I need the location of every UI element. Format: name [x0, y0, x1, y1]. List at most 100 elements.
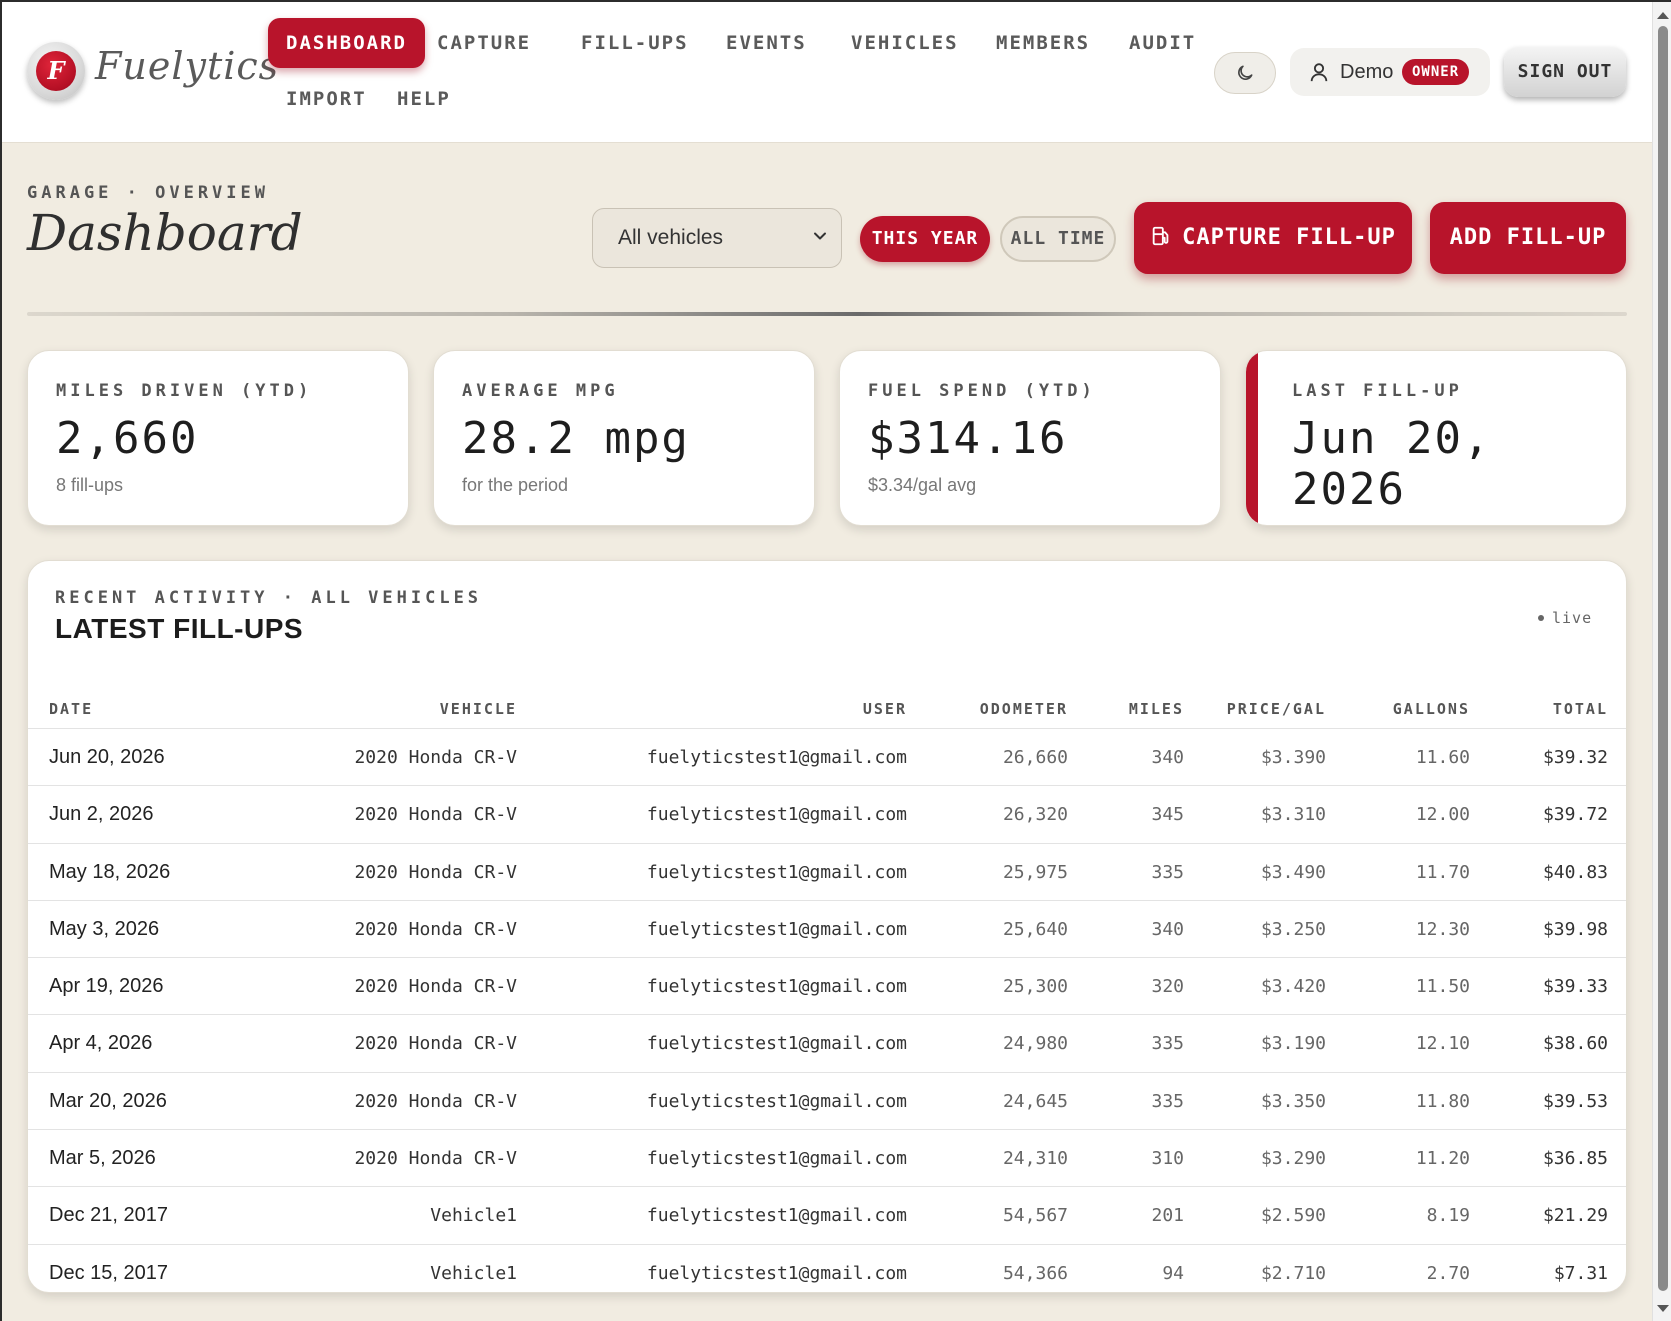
- user-menu[interactable]: Demo OWNER: [1290, 48, 1490, 96]
- column-header-miles[interactable]: MILES: [1129, 689, 1184, 729]
- cell-total: $21.29: [1542, 1205, 1608, 1227]
- cell-vehicle: 2020 Honda CR-V: [354, 1033, 517, 1055]
- column-header-total[interactable]: TOTAL: [1553, 689, 1608, 729]
- table-row[interactable]: May 3, 2026 2020 Honda CR-V fuelyticstest1…: [28, 901, 1626, 959]
- page-title: Dashboard: [27, 204, 303, 262]
- app-logo[interactable]: F Fuelytics: [27, 42, 278, 106]
- moon-icon: [1238, 65, 1253, 80]
- cell-gallons: 12.00: [1415, 804, 1470, 826]
- cell-user: fuelyticstest1@gmail.com: [646, 976, 907, 998]
- cell-total: $39.72: [1542, 804, 1608, 826]
- nav-events[interactable]: EVENTS: [708, 18, 825, 68]
- table-row[interactable]: Jun 20, 2026 2020 Honda CR-V fuelyticstest…: [28, 729, 1626, 787]
- cell-price: $3.350: [1260, 1090, 1326, 1112]
- table-row[interactable]: Apr 19, 2026 2020 Honda CR-V fuelyticstest…: [28, 958, 1626, 1016]
- role-badge: OWNER: [1402, 59, 1470, 85]
- cell-price: $2.710: [1260, 1262, 1326, 1284]
- table-row[interactable]: Dec 21, 2017 Vehicle1 fuelyticstest1@gmail…: [28, 1187, 1626, 1245]
- column-header-vehicle[interactable]: VEHICLE: [440, 689, 517, 729]
- cell-odometer: 25,300: [1002, 976, 1068, 998]
- column-header-price[interactable]: PRICE/GAL: [1227, 689, 1326, 729]
- cell-date: May 3, 2026: [49, 917, 160, 940]
- nav-dashboard[interactable]: DASHBOARD: [268, 18, 425, 68]
- cell-gallons: 11.50: [1415, 976, 1470, 998]
- logo-letter: F: [36, 51, 76, 91]
- cell-date: May 18, 2026: [49, 860, 171, 883]
- capture-fill-up-label: CAPTURE FILL-UP: [1182, 225, 1396, 250]
- latest-fill-ups-card: RECENT ACTIVITY · ALL VEHICLES LATEST FI…: [27, 560, 1627, 1293]
- vehicle-filter-value: All vehicles: [618, 226, 724, 249]
- cell-gallons: 8.19: [1426, 1205, 1470, 1227]
- scroll-down-arrow-icon[interactable]: [1657, 1305, 1669, 1312]
- cell-user: fuelyticstest1@gmail.com: [646, 747, 907, 768]
- scroll-thumb[interactable]: [1658, 26, 1668, 1291]
- cell-miles: 340: [1151, 747, 1184, 768]
- table-eyebrow: RECENT ACTIVITY · ALL VEHICLES: [55, 588, 483, 608]
- cell-odometer: 26,660: [1002, 747, 1068, 768]
- page-eyebrow: GARAGE · OVERVIEW: [27, 183, 269, 203]
- cell-vehicle: 2020 Honda CR-V: [354, 804, 517, 826]
- app-name: Fuelytics: [95, 44, 280, 88]
- cell-odometer: 24,310: [1002, 1148, 1068, 1170]
- cell-miles: 345: [1151, 804, 1184, 826]
- vehicle-filter-select[interactable]: All vehicles: [592, 208, 842, 268]
- nav-help[interactable]: HELP: [379, 74, 469, 124]
- cell-odometer: 54,567: [1002, 1205, 1068, 1227]
- cell-price: $3.490: [1260, 861, 1326, 883]
- column-header-user[interactable]: USER: [863, 689, 907, 729]
- cell-price: $3.310: [1260, 804, 1326, 826]
- column-header-odometer[interactable]: ODOMETER: [980, 689, 1068, 729]
- this-year-button[interactable]: THIS YEAR: [860, 216, 990, 262]
- user-icon: [1310, 63, 1328, 82]
- all-time-button[interactable]: ALL TIME: [1000, 216, 1116, 262]
- nav-vehicles[interactable]: VEHICLES: [833, 18, 977, 68]
- cell-total: $38.60: [1542, 1033, 1608, 1055]
- scroll-up-arrow-icon[interactable]: [1657, 12, 1669, 19]
- theme-toggle-button[interactable]: [1214, 52, 1276, 94]
- column-header-date[interactable]: DATE: [49, 689, 93, 729]
- live-dot-icon: [1538, 615, 1544, 621]
- cell-vehicle: Vehicle1: [430, 1205, 517, 1227]
- cell-date: Dec 15, 2017: [49, 1261, 168, 1284]
- stat-value: 28.2 mpg: [462, 413, 690, 464]
- table-row[interactable]: May 18, 2026 2020 Honda CR-V fuelyticstest…: [28, 844, 1626, 901]
- user-name: Demo: [1340, 61, 1394, 83]
- cell-gallons: 12.30: [1415, 918, 1470, 940]
- table-row[interactable]: Mar 5, 2026 2020 Honda CR-V fuelyticstest1…: [28, 1130, 1626, 1188]
- cell-total: $36.85: [1542, 1148, 1608, 1170]
- cell-date: Mar 5, 2026: [49, 1147, 156, 1170]
- cell-vehicle: 2020 Honda CR-V: [354, 1148, 517, 1170]
- cell-price: $3.390: [1260, 747, 1326, 768]
- column-header-gallons[interactable]: GALLONS: [1393, 689, 1470, 729]
- nav-capture[interactable]: CAPTURE: [419, 18, 549, 68]
- nav-audit[interactable]: AUDIT: [1111, 18, 1214, 68]
- capture-fill-up-button[interactable]: CAPTURE FILL-UP: [1134, 202, 1412, 274]
- cell-total: $40.83: [1542, 861, 1608, 883]
- sign-out-button[interactable]: SIGN OUT: [1504, 47, 1626, 97]
- cell-miles: 340: [1151, 918, 1184, 940]
- nav-members[interactable]: MEMBERS: [978, 18, 1108, 68]
- cell-price: $3.290: [1260, 1148, 1326, 1170]
- cell-price: $2.590: [1260, 1205, 1326, 1227]
- table-row[interactable]: Dec 15, 2017 Vehicle1 fuelyticstest1@gmail…: [28, 1245, 1626, 1292]
- table-row[interactable]: Jun 2, 2026 2020 Honda CR-V fuelyticstest1…: [28, 786, 1626, 844]
- cell-total: $39.53: [1542, 1090, 1608, 1112]
- cell-miles: 310: [1151, 1148, 1184, 1170]
- cell-miles: 94: [1162, 1262, 1184, 1284]
- cell-price: $3.190: [1260, 1033, 1326, 1055]
- page-scrollbar[interactable]: [1652, 2, 1671, 1321]
- cell-miles: 201: [1151, 1205, 1184, 1227]
- nav-fill-ups[interactable]: FILL-UPS: [563, 18, 707, 68]
- cell-user: fuelyticstest1@gmail.com: [646, 1033, 907, 1055]
- nav-import[interactable]: IMPORT: [268, 74, 385, 124]
- cell-price: $3.250: [1260, 918, 1326, 940]
- cell-user: fuelyticstest1@gmail.com: [646, 1148, 907, 1170]
- cell-vehicle: 2020 Honda CR-V: [354, 976, 517, 998]
- table-row[interactable]: Mar 20, 2026 2020 Honda CR-V fuelyticstest…: [28, 1073, 1626, 1131]
- stat-value: Jun 20, 2026: [1292, 413, 1492, 515]
- table-row[interactable]: Apr 4, 2026 2020 Honda CR-V fuelyticstest1…: [28, 1015, 1626, 1073]
- live-label: live: [1552, 609, 1593, 627]
- table-body: Jun 20, 2026 2020 Honda CR-V fuelyticstest…: [28, 729, 1626, 1292]
- add-fill-up-button[interactable]: ADD FILL-UP: [1430, 202, 1626, 274]
- app-window: F Fuelytics DASHBOARD CAPTURE FILL-UPS E…: [0, 0, 1671, 1321]
